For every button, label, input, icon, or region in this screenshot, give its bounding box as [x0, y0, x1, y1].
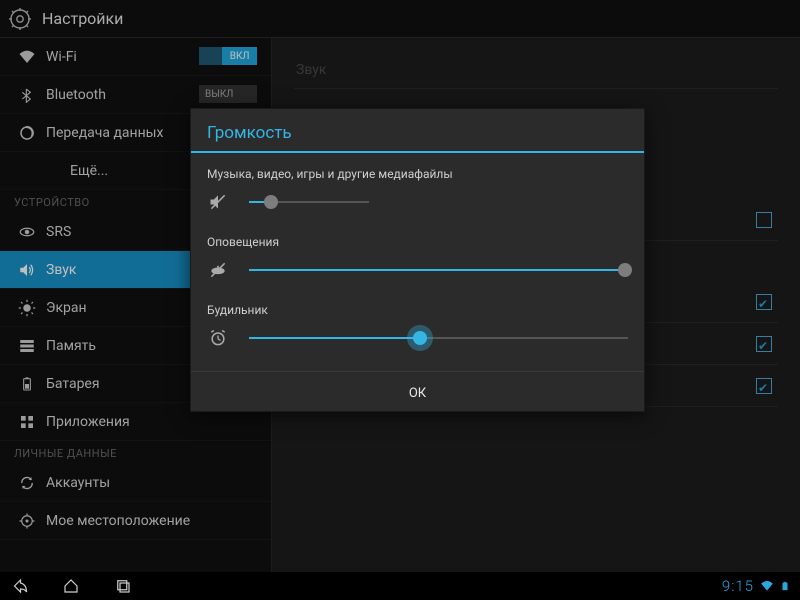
ok-button[interactable]: ОК: [409, 386, 426, 401]
alarm-volume-label: Будильник: [207, 303, 628, 317]
back-button[interactable]: [10, 577, 28, 595]
media-volume-row: [207, 191, 628, 213]
media-volume-label: Музыка, видео, игры и другие медиафайлы: [207, 167, 628, 181]
alarm-volume-row: [207, 327, 628, 349]
notification-icon: [207, 259, 229, 281]
media-mute-icon: [207, 191, 229, 213]
home-button[interactable]: [62, 577, 80, 595]
media-volume-slider[interactable]: [249, 192, 369, 212]
system-navbar: 9:15: [0, 572, 800, 600]
recents-button[interactable]: [114, 577, 132, 595]
alarm-icon: [207, 327, 229, 349]
dialog-separator: [191, 151, 644, 153]
alarm-volume-slider[interactable]: [249, 328, 628, 348]
notif-volume-label: Оповещения: [207, 235, 628, 249]
volume-dialog: Громкость Музыка, видео, игры и другие м…: [190, 108, 645, 412]
dialog-title: Громкость: [191, 109, 644, 151]
battery-status-icon: [780, 579, 790, 593]
notif-volume-row: [207, 259, 628, 281]
notif-volume-slider[interactable]: [249, 260, 628, 280]
status-clock: 9:15: [722, 577, 754, 595]
dialog-footer: ОК: [191, 371, 644, 411]
wifi-status-icon: [760, 579, 774, 593]
